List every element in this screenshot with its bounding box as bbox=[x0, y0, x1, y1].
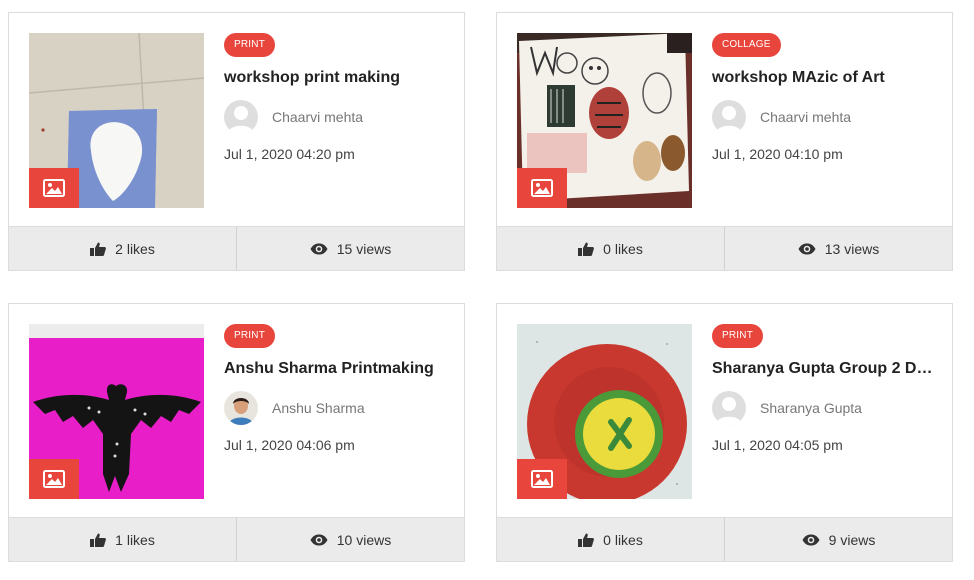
author-name[interactable]: Chaarvi mehta bbox=[272, 109, 363, 125]
category-badge[interactable]: PRINT bbox=[224, 324, 275, 348]
views-stat: 13 views bbox=[724, 227, 952, 270]
category-badge[interactable]: PRINT bbox=[712, 324, 763, 348]
post-date: Jul 1, 2020 04:05 pm bbox=[712, 437, 843, 453]
post-card[interactable]: COLLAGE workshop MAzic of Art Chaarvi me… bbox=[496, 12, 953, 271]
post-title[interactable]: Sharanya Gupta Group 2 Drawing bbox=[712, 360, 934, 378]
post-stats: 1 likes 10 views bbox=[9, 517, 464, 561]
author-info[interactable]: Sharanya Gupta bbox=[712, 390, 862, 426]
post-thumbnail[interactable] bbox=[29, 33, 204, 208]
image-type-badge bbox=[29, 168, 79, 208]
views-stat: 10 views bbox=[236, 518, 464, 561]
post-date: Jul 1, 2020 04:10 pm bbox=[712, 146, 843, 162]
image-icon bbox=[43, 179, 65, 197]
thumbs-up-icon bbox=[578, 533, 595, 547]
post-stats: 2 likes 15 views bbox=[9, 226, 464, 270]
eye-icon bbox=[310, 534, 328, 545]
image-type-badge bbox=[29, 459, 79, 499]
post-thumbnail[interactable] bbox=[517, 324, 692, 499]
post-card[interactable]: PRINT Anshu Sharma Printmaking Anshu Sha… bbox=[8, 303, 465, 562]
image-type-badge bbox=[517, 459, 567, 499]
author-info[interactable]: Anshu Sharma bbox=[224, 390, 365, 426]
likes-count: 0 likes bbox=[603, 531, 643, 548]
post-title[interactable]: workshop print making bbox=[224, 69, 446, 87]
views-count: 10 views bbox=[336, 531, 392, 548]
author-info[interactable]: Chaarvi mehta bbox=[224, 99, 363, 135]
author-name[interactable]: Anshu Sharma bbox=[272, 400, 365, 416]
post-title[interactable]: workshop MAzic of Art bbox=[712, 69, 934, 87]
likes-stat[interactable]: 1 likes bbox=[9, 518, 236, 561]
thumbs-up-icon bbox=[90, 242, 107, 256]
likes-count: 1 likes bbox=[115, 531, 155, 548]
views-count: 13 views bbox=[824, 240, 880, 257]
likes-count: 0 likes bbox=[603, 240, 643, 257]
likes-stat[interactable]: 0 likes bbox=[497, 227, 724, 270]
author-info[interactable]: Chaarvi mehta bbox=[712, 99, 851, 135]
image-icon bbox=[43, 470, 65, 488]
views-stat: 15 views bbox=[236, 227, 464, 270]
post-thumbnail[interactable] bbox=[29, 324, 204, 499]
user-avatar-icon[interactable] bbox=[712, 391, 746, 425]
image-icon bbox=[531, 470, 553, 488]
image-type-badge bbox=[517, 168, 567, 208]
post-date: Jul 1, 2020 04:20 pm bbox=[224, 146, 355, 162]
post-stats: 0 likes 9 views bbox=[497, 517, 952, 561]
post-thumbnail[interactable] bbox=[517, 33, 692, 208]
category-badge[interactable]: PRINT bbox=[224, 33, 275, 57]
user-avatar-icon[interactable] bbox=[712, 100, 746, 134]
eye-icon bbox=[310, 243, 328, 254]
post-stats: 0 likes 13 views bbox=[497, 226, 952, 270]
author-name[interactable]: Chaarvi mehta bbox=[760, 109, 851, 125]
thumbs-up-icon bbox=[578, 242, 595, 256]
post-card[interactable]: PRINT workshop print making Chaarvi meht… bbox=[8, 12, 465, 271]
user-avatar-icon[interactable] bbox=[224, 391, 258, 425]
author-name[interactable]: Sharanya Gupta bbox=[760, 400, 862, 416]
post-date: Jul 1, 2020 04:06 pm bbox=[224, 437, 355, 453]
eye-icon bbox=[798, 243, 816, 254]
post-card[interactable]: PRINT Sharanya Gupta Group 2 Drawing Sha… bbox=[496, 303, 953, 562]
eye-icon bbox=[802, 534, 820, 545]
image-icon bbox=[531, 179, 553, 197]
views-stat: 9 views bbox=[724, 518, 952, 561]
user-avatar-icon[interactable] bbox=[224, 100, 258, 134]
views-count: 9 views bbox=[828, 531, 876, 548]
post-title[interactable]: Anshu Sharma Printmaking bbox=[224, 360, 446, 378]
category-badge[interactable]: COLLAGE bbox=[712, 33, 781, 57]
likes-count: 2 likes bbox=[115, 240, 155, 257]
thumbs-up-icon bbox=[90, 533, 107, 547]
likes-stat[interactable]: 2 likes bbox=[9, 227, 236, 270]
views-count: 15 views bbox=[336, 240, 392, 257]
likes-stat[interactable]: 0 likes bbox=[497, 518, 724, 561]
